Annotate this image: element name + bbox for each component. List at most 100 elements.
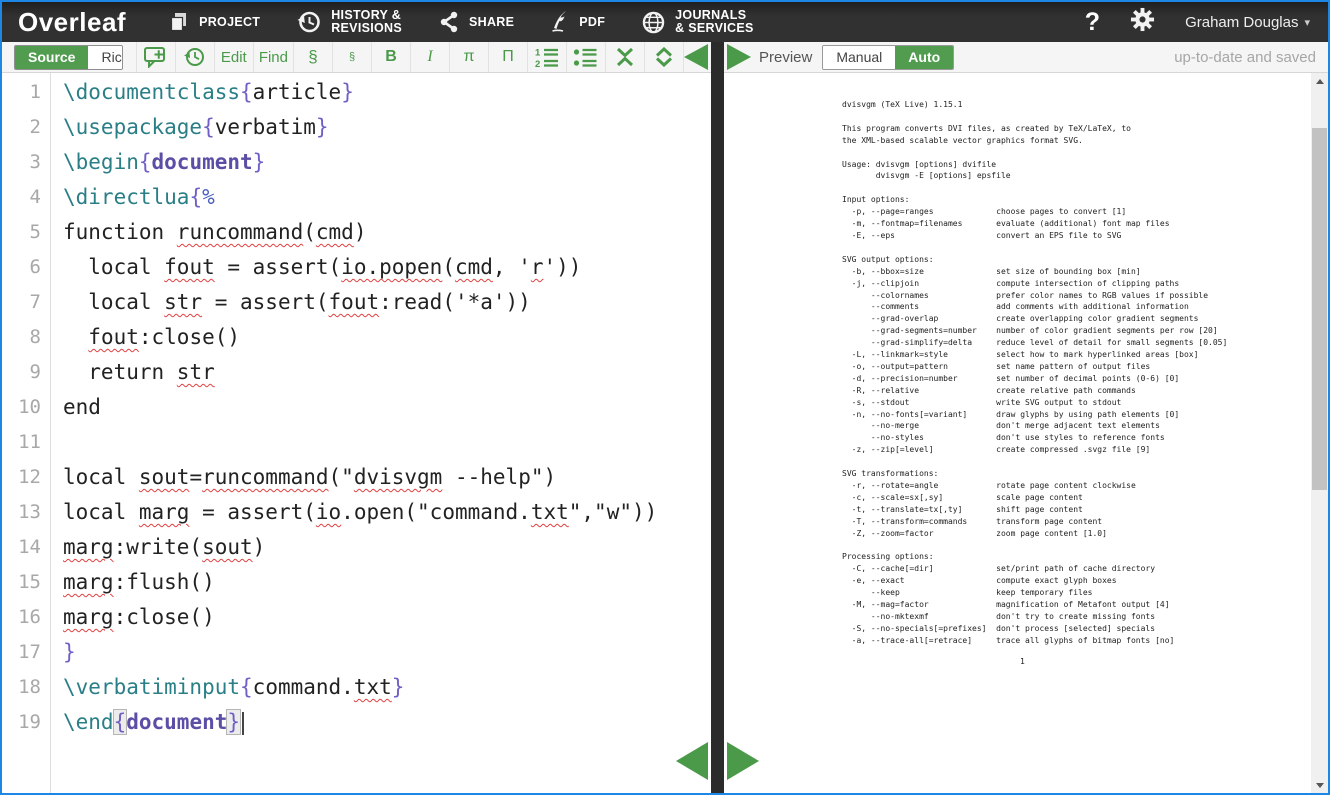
mode-tabs: SourceRich Text [14, 45, 123, 70]
line-number: 17 [2, 635, 50, 670]
tab-rich-text[interactable]: Rich Text [88, 46, 122, 69]
editor-toolbar: SourceRich Text EditFind§§BIπΠ12 [2, 42, 711, 73]
code-line-5: function runcommand(cmd) [63, 215, 711, 250]
line-number: 6 [2, 250, 50, 285]
topbar-menu: PROJECT HISTORY & REVISIONS SHARE PDF JOURNA… [168, 9, 754, 35]
compile-mode-tabs: ManualAuto [822, 45, 954, 70]
history-button[interactable] [176, 42, 215, 72]
copy-pages-icon [168, 11, 190, 33]
italic-button[interactable]: I [411, 42, 450, 72]
line-number: 2 [2, 110, 50, 145]
collapse-pane-button[interactable] [606, 42, 645, 72]
pdf-toolbar: Preview ManualAuto up-to-date and saved [724, 42, 1328, 73]
topbar-menu-label: PDF [579, 16, 605, 29]
code-line-9: return str [63, 355, 711, 390]
add-comment-button[interactable] [137, 42, 176, 72]
source-editor[interactable]: 12345678910111213141516171819 \documentc… [2, 73, 711, 793]
compile-mode-auto[interactable]: Auto [895, 46, 953, 69]
settings-button[interactable] [1130, 7, 1155, 37]
line-number: 12 [2, 460, 50, 495]
code-line-14: marg:write(sout) [63, 530, 711, 565]
edit-button[interactable]: Edit [215, 42, 254, 72]
inline-math-button[interactable]: π [450, 42, 489, 72]
scrollbar-thumb[interactable] [1312, 128, 1327, 490]
svg-text:2: 2 [535, 59, 540, 68]
line-number: 10 [2, 390, 50, 425]
code-line-15: marg:flush() [63, 565, 711, 600]
gear-icon [1130, 7, 1155, 37]
scrollbar-up-button[interactable] [1311, 73, 1328, 89]
pane-divider[interactable] [711, 42, 724, 793]
main-split: SourceRich Text EditFind§§BIπΠ12 1234567… [2, 42, 1328, 793]
topbar-menu-pdf[interactable]: PDF [550, 10, 605, 34]
code-line-11 [63, 425, 711, 460]
topbar-menu-label: HISTORY & REVISIONS [331, 9, 402, 35]
line-number: 3 [2, 145, 50, 180]
line-number: 14 [2, 530, 50, 565]
svg-text:1: 1 [535, 47, 541, 58]
quill-icon [550, 10, 570, 34]
pdf-pane: Preview ManualAuto up-to-date and saved … [724, 42, 1328, 793]
compile-status: up-to-date and saved [1174, 49, 1316, 66]
collapse-editor-button[interactable] [684, 44, 708, 70]
code-line-16: marg:close() [63, 600, 711, 635]
numbered-list-button[interactable]: 12 [528, 42, 567, 72]
display-math-button[interactable]: Π [489, 42, 528, 72]
topbar-menu-project[interactable]: PROJECT [168, 11, 260, 33]
line-number: 16 [2, 600, 50, 635]
line-number: 5 [2, 215, 50, 250]
pdf-page-number: 1 [1020, 657, 1025, 666]
collapse-icon [614, 47, 636, 67]
code-line-1: \documentclass{article} [63, 75, 711, 110]
editor-pane: SourceRich Text EditFind§§BIπΠ12 1234567… [2, 42, 711, 793]
pdf-preview: dvisvgm (TeX Live) 1.15.1 This program c… [724, 73, 1328, 793]
expand-preview-button[interactable] [727, 44, 751, 70]
line-number: 15 [2, 565, 50, 600]
line-number: 13 [2, 495, 50, 530]
line-number: 4 [2, 180, 50, 215]
line-number: 11 [2, 425, 50, 460]
history-clock-icon [296, 9, 322, 35]
code-line-3: \begin{document} [63, 145, 711, 180]
line-number: 1 [2, 75, 50, 110]
topbar-menu-history-revisions[interactable]: HISTORY & REVISIONS [296, 9, 402, 35]
expand-preview-big-button[interactable] [727, 742, 759, 780]
line-number-gutter: 12345678910111213141516171819 [2, 73, 51, 793]
ordered-list-icon: 12 [534, 47, 560, 68]
help-button[interactable]: ? [1085, 10, 1100, 35]
section-button[interactable]: § [294, 42, 333, 72]
bullet-list-button[interactable] [567, 42, 606, 72]
code-line-19: \end{document} [63, 705, 711, 740]
code-lines: \documentclass{article}\usepackage{verba… [51, 73, 711, 793]
arrow-down-icon [1316, 783, 1324, 788]
scrollbar-down-button[interactable] [1311, 777, 1328, 793]
collapse-editor-big-button[interactable] [676, 742, 708, 780]
code-line-13: local marg = assert(io.open("command.txt… [63, 495, 711, 530]
user-menu[interactable]: Graham Douglas ▾ [1185, 14, 1310, 31]
editor-toolbar-buttons: EditFind§§BIπΠ12 [136, 42, 684, 72]
code-line-2: \usepackage{verbatim} [63, 110, 711, 145]
share-icon [438, 11, 460, 33]
find-button[interactable]: Find [254, 42, 294, 72]
bold-button[interactable]: B [372, 42, 411, 72]
bullet-list-icon [573, 47, 599, 68]
subsection-button[interactable]: § [333, 42, 372, 72]
tab-source[interactable]: Source [15, 46, 88, 69]
line-number: 18 [2, 670, 50, 705]
code-line-10: end [63, 390, 711, 425]
line-number: 8 [2, 320, 50, 355]
compile-mode-manual[interactable]: Manual [823, 46, 895, 69]
pdf-page-text: dvisvgm (TeX Live) 1.15.1 This program c… [842, 99, 1227, 647]
line-number: 7 [2, 285, 50, 320]
overleaf-logo[interactable]: Overleaf [18, 7, 126, 38]
topbar-menu-journals-services[interactable]: JOURNALS & SERVICES [641, 9, 754, 35]
code-line-12: local sout=runcommand("dvisvgm --help") [63, 460, 711, 495]
expand-pane-button[interactable] [645, 42, 684, 72]
expand-icon [653, 47, 675, 67]
topbar-menu-label: SHARE [469, 16, 514, 29]
line-number: 9 [2, 355, 50, 390]
topbar-menu-share[interactable]: SHARE [438, 11, 514, 33]
pdf-scrollbar[interactable] [1311, 73, 1328, 793]
text-cursor [242, 712, 244, 735]
code-line-6: local fout = assert(io.popen(cmd, 'r')) [63, 250, 711, 285]
